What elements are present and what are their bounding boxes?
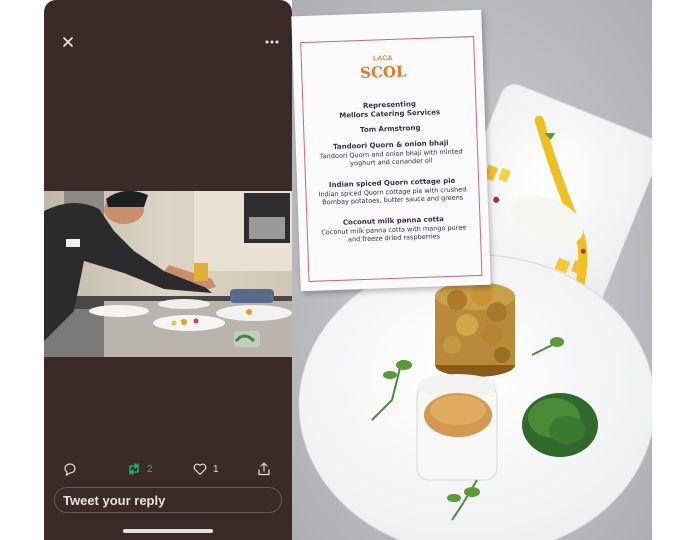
chef-plating-photo[interactable]	[44, 191, 292, 357]
menu-card: LACA SCOL Representing Mellors Catering …	[291, 9, 491, 292]
more-horizontal-icon	[265, 40, 279, 44]
top-bar	[44, 30, 292, 54]
chef-plating-image	[44, 191, 292, 357]
more-options-button[interactable]	[260, 30, 284, 54]
share-icon	[258, 462, 270, 476]
home-indicator	[123, 529, 213, 533]
logo-main-text: SCOL	[359, 62, 407, 83]
reply-button[interactable]	[62, 460, 78, 478]
heart-icon	[193, 463, 207, 476]
close-button[interactable]	[56, 30, 80, 54]
retweet-button[interactable]: 2	[126, 460, 153, 478]
like-button[interactable]: 1	[192, 460, 219, 478]
reply-icon	[64, 463, 76, 477]
laca-school-chef-logo: LACA SCOL	[355, 54, 413, 100]
tweet-action-bar: 2 1	[44, 460, 292, 478]
retweet-count: 2	[147, 463, 153, 475]
tweet-media-viewer: 2 1 Tweet your reply	[44, 0, 292, 540]
retweet-icon	[129, 463, 139, 475]
close-icon	[63, 37, 73, 47]
like-count: 1	[213, 463, 219, 475]
reply-placeholder: Tweet your reply	[63, 493, 166, 508]
reply-input[interactable]: Tweet your reply	[54, 487, 282, 513]
share-button[interactable]	[256, 460, 272, 478]
